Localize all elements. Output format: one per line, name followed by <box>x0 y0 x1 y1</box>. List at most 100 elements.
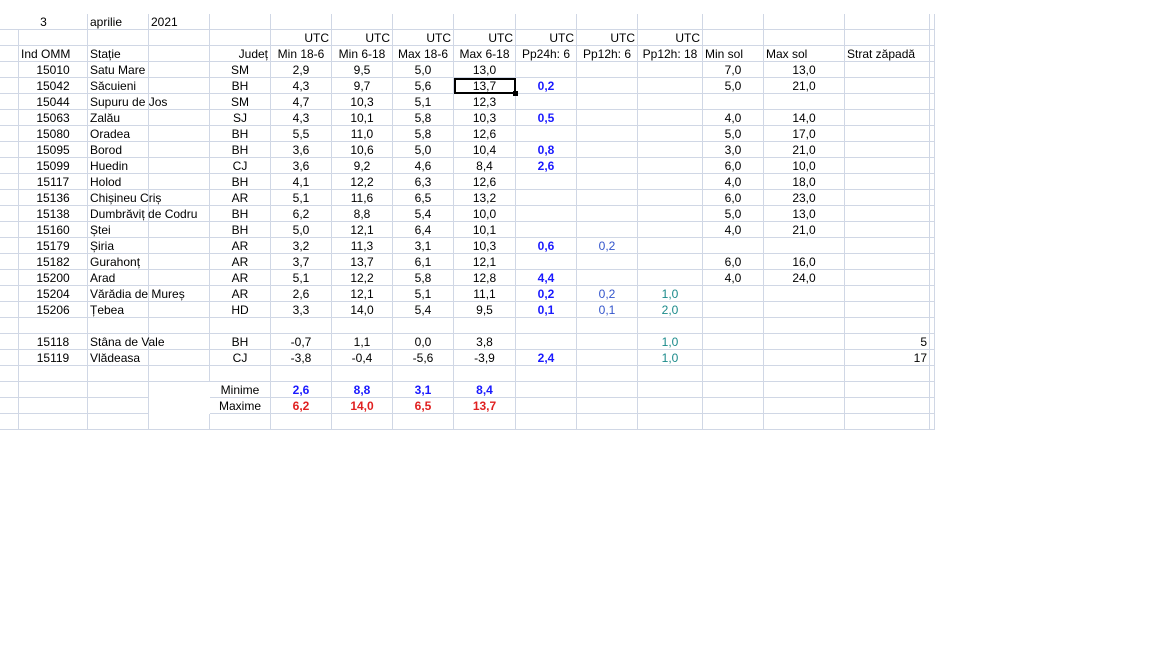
pp24h-6[interactable] <box>516 94 577 110</box>
strat-zapada[interactable]: 17 <box>845 350 930 366</box>
pp12h-18[interactable]: 1,0 <box>638 286 703 302</box>
empty-cell[interactable] <box>930 14 935 30</box>
strat-zapada[interactable] <box>845 222 930 238</box>
station-name[interactable]: Holod <box>88 174 149 190</box>
strat-zapada[interactable] <box>845 238 930 254</box>
empty-cell[interactable] <box>88 30 149 46</box>
pp12h-6[interactable] <box>577 78 638 94</box>
max-18-6[interactable]: 5,6 <box>393 78 454 94</box>
summary-value[interactable]: 8,4 <box>454 382 516 398</box>
empty-cell[interactable] <box>764 14 845 30</box>
empty-cell[interactable] <box>210 14 271 30</box>
pp12h-18[interactable] <box>638 174 703 190</box>
max-sol[interactable]: 21,0 <box>764 222 845 238</box>
pp24h-6[interactable]: 2,6 <box>516 158 577 174</box>
empty-cell[interactable] <box>516 382 577 398</box>
empty-cell[interactable] <box>703 398 764 414</box>
pp24h-6[interactable] <box>516 190 577 206</box>
pp24h-6[interactable]: 2,4 <box>516 350 577 366</box>
station-name[interactable]: Huedin <box>88 158 149 174</box>
min-sol[interactable] <box>703 238 764 254</box>
column-header[interactable]: Max 6-18 <box>454 46 516 62</box>
empty-cell[interactable] <box>930 302 935 318</box>
empty-cell[interactable] <box>88 366 149 382</box>
county[interactable]: AR <box>210 286 271 302</box>
station-name[interactable]: Vărădia de Mureș <box>88 286 185 302</box>
column-header[interactable]: Min 18-6 <box>271 46 332 62</box>
date-day[interactable]: 3 <box>0 14 88 30</box>
min-18-6[interactable]: 5,1 <box>271 270 332 286</box>
strat-zapada[interactable] <box>845 174 930 190</box>
empty-cell[interactable] <box>930 78 935 94</box>
empty-cell[interactable] <box>149 222 210 238</box>
strat-zapada[interactable] <box>845 286 930 302</box>
station-id[interactable]: 15063 <box>19 110 88 126</box>
summary-value[interactable]: 6,5 <box>393 398 454 414</box>
pp12h-6[interactable] <box>577 350 638 366</box>
empty-cell[interactable] <box>577 382 638 398</box>
min-6-18[interactable]: 9,7 <box>332 78 393 94</box>
empty-cell[interactable] <box>0 398 19 414</box>
pp24h-6[interactable]: 0,2 <box>516 78 577 94</box>
empty-cell[interactable] <box>149 174 210 190</box>
empty-cell[interactable] <box>930 190 935 206</box>
empty-cell[interactable] <box>703 14 764 30</box>
empty-cell[interactable] <box>0 126 19 142</box>
max-sol[interactable] <box>764 350 845 366</box>
min-6-18[interactable]: 10,1 <box>332 110 393 126</box>
empty-cell[interactable] <box>930 286 935 302</box>
empty-cell[interactable] <box>210 398 271 414</box>
station-id[interactable]: 15136 <box>19 190 88 206</box>
max-sol[interactable] <box>764 286 845 302</box>
max-sol[interactable]: 24,0 <box>764 270 845 286</box>
strat-zapada[interactable] <box>845 270 930 286</box>
county[interactable]: BH <box>210 126 271 142</box>
empty-cell[interactable] <box>764 30 845 46</box>
summary-value[interactable]: 3,1 <box>393 382 454 398</box>
empty-cell[interactable] <box>0 238 19 254</box>
pp24h-6[interactable]: 0,2 <box>516 286 577 302</box>
column-header[interactable]: Min sol <box>703 46 764 62</box>
column-header[interactable]: Max 18-6 <box>393 46 454 62</box>
empty-cell[interactable] <box>764 414 845 430</box>
pp12h-6[interactable] <box>577 174 638 190</box>
strat-zapada[interactable] <box>845 254 930 270</box>
station-id[interactable]: 15138 <box>19 206 88 222</box>
utc-label[interactable]: UTC <box>393 30 454 46</box>
min-sol[interactable]: 6,0 <box>703 158 764 174</box>
empty-cell[interactable] <box>845 366 930 382</box>
column-header[interactable]: Strat zăpadă <box>845 46 930 62</box>
empty-cell[interactable] <box>0 174 19 190</box>
empty-cell[interactable] <box>703 318 764 334</box>
empty-cell[interactable] <box>210 30 271 46</box>
empty-cell[interactable] <box>577 366 638 382</box>
county[interactable]: BH <box>210 78 271 94</box>
empty-cell[interactable] <box>149 366 210 382</box>
empty-cell[interactable] <box>638 318 703 334</box>
max-18-6[interactable]: 5,0 <box>393 62 454 78</box>
column-header[interactable]: Max sol <box>764 46 845 62</box>
min-6-18[interactable]: 9,5 <box>332 62 393 78</box>
empty-cell[interactable] <box>930 270 935 286</box>
max-18-6[interactable]: 5,0 <box>393 142 454 158</box>
empty-cell[interactable] <box>764 398 845 414</box>
min-sol[interactable]: 5,0 <box>703 126 764 142</box>
pp12h-6[interactable] <box>577 142 638 158</box>
max-sol[interactable]: 10,0 <box>764 158 845 174</box>
strat-zapada[interactable] <box>845 206 930 222</box>
county[interactable]: AR <box>210 238 271 254</box>
min-sol[interactable]: 4,0 <box>703 270 764 286</box>
utc-label[interactable]: UTC <box>577 30 638 46</box>
strat-zapada[interactable] <box>845 158 930 174</box>
empty-cell[interactable] <box>845 318 930 334</box>
empty-cell[interactable] <box>19 414 88 430</box>
empty-cell[interactable] <box>0 302 19 318</box>
min-18-6[interactable]: 2,9 <box>271 62 332 78</box>
date-month[interactable]: aprilie <box>88 14 149 30</box>
empty-cell[interactable] <box>930 110 935 126</box>
max-18-6[interactable]: 5,4 <box>393 302 454 318</box>
max-18-6[interactable]: 6,5 <box>393 190 454 206</box>
county[interactable]: SJ <box>210 110 271 126</box>
empty-cell[interactable] <box>930 94 935 110</box>
empty-cell[interactable] <box>210 318 271 334</box>
